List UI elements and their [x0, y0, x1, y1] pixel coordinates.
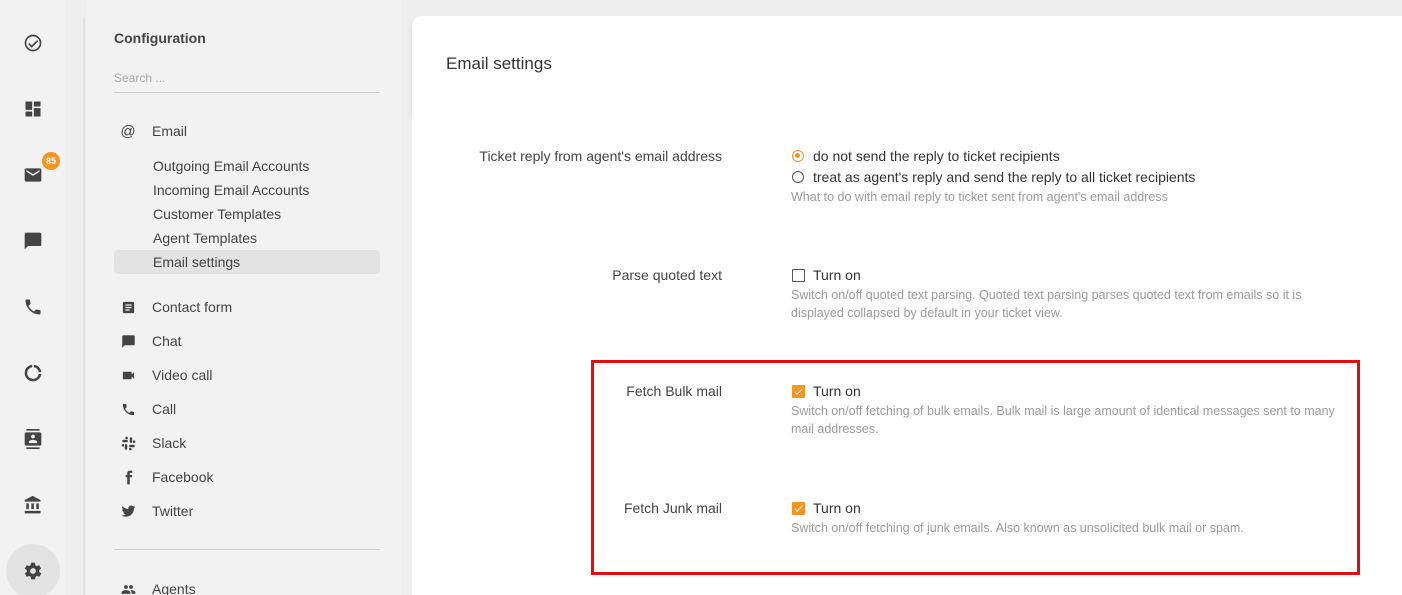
- sidebar-item-label: Slack: [152, 435, 187, 451]
- rail-settings[interactable]: [0, 544, 66, 595]
- radio-unselected-icon: [792, 171, 804, 183]
- sidebar-item-label: Agents: [152, 581, 196, 595]
- configuration-sidebar: Configuration @ Email Outgoing Email Acc…: [86, 0, 402, 595]
- sidebar-item-email[interactable]: @ Email: [120, 122, 188, 140]
- rail-reports[interactable]: [0, 349, 66, 397]
- sidebar-item-label: Contact form: [152, 299, 233, 315]
- phone-icon: [25, 299, 41, 315]
- parse-quoted-label: Parse quoted text: [612, 267, 722, 283]
- rail-dashboard[interactable]: [0, 85, 66, 133]
- checkbox-label: Turn on: [813, 267, 861, 283]
- checkbox-unchecked-icon: [792, 268, 805, 282]
- sidebar-item-label: Twitter: [152, 503, 194, 519]
- form-icon: [122, 301, 134, 313]
- sidebar-title: Configuration: [114, 30, 206, 46]
- fetch-junk-checkbox[interactable]: Turn on: [792, 500, 861, 516]
- sidebar-subitem-customer-templates[interactable]: Customer Templates: [153, 206, 281, 222]
- main-header: Email settings: [412, 16, 1402, 113]
- sidebar-divider: [114, 549, 380, 550]
- sidebar-item-agents[interactable]: Agents: [120, 581, 196, 595]
- slack-icon: [121, 436, 135, 450]
- icon-rail: 85: [0, 0, 66, 595]
- checkbox-checked-icon: [792, 384, 805, 398]
- settings-form: Ticket reply from agent's email address …: [412, 113, 1402, 595]
- video-camera-icon: [122, 371, 134, 379]
- rail-tasks[interactable]: [0, 19, 66, 67]
- dashboard-icon: [25, 101, 41, 117]
- rail-tickets[interactable]: 85: [0, 151, 66, 199]
- sidebar-item-facebook[interactable]: Facebook: [120, 469, 213, 485]
- ticket-reply-label: Ticket reply from agent's email address: [479, 148, 722, 164]
- settings-icon: [24, 562, 42, 580]
- twitter-icon: [121, 505, 135, 517]
- parse-quoted-checkbox[interactable]: Turn on: [792, 267, 861, 283]
- facebook-icon: [125, 470, 132, 484]
- sidebar-subitem-email-settings[interactable]: Email settings: [153, 254, 240, 270]
- mail-icon: [24, 168, 42, 182]
- sidebar-subitem-incoming-email-accounts[interactable]: Incoming Email Accounts: [153, 182, 309, 198]
- rail-calls[interactable]: [0, 283, 66, 331]
- sidebar-item-call[interactable]: Call: [120, 401, 176, 417]
- chat-icon: [121, 334, 135, 348]
- fetch-bulk-checkbox[interactable]: Turn on: [792, 383, 861, 399]
- sidebar-item-label: Video call: [152, 367, 213, 383]
- sidebar-subitem-agent-templates[interactable]: Agent Templates: [153, 230, 257, 246]
- option-label: do not send the reply to ticket recipien…: [813, 148, 1060, 164]
- phone-icon: [122, 403, 134, 415]
- rail-divider: [83, 18, 85, 595]
- ticket-reply-option-no-send[interactable]: do not send the reply to ticket recipien…: [792, 148, 1060, 164]
- chat-icon: [24, 232, 42, 250]
- people-icon: [121, 584, 135, 594]
- companies-icon: [24, 495, 41, 514]
- fetch-bulk-help: Switch on/off fetching of bulk emails. B…: [791, 404, 1335, 436]
- fetch-junk-label: Fetch Junk mail: [623, 500, 722, 516]
- checkbox-label: Turn on: [813, 500, 861, 516]
- rail-chat[interactable]: [0, 217, 66, 265]
- sidebar-item-video-call[interactable]: Video call: [120, 367, 212, 383]
- fetch-bulk-label: Fetch Bulk mail: [626, 383, 722, 399]
- rail-contacts[interactable]: [0, 415, 66, 463]
- ticket-reply-option-send-all[interactable]: treat as agent's reply and send the repl…: [792, 169, 1195, 185]
- sidebar-search-input[interactable]: [114, 63, 380, 93]
- contacts-icon: [24, 429, 42, 449]
- radio-selected-icon: [792, 150, 804, 162]
- option-label: treat as agent's reply and send the repl…: [813, 169, 1196, 185]
- sidebar-item-twitter[interactable]: Twitter: [120, 503, 193, 519]
- reports-icon: [24, 364, 42, 382]
- fetch-junk-help: Switch on/off fetching of junk emails. A…: [791, 521, 1244, 535]
- page-title: Email settings: [446, 54, 552, 73]
- ticket-reply-help: What to do with email reply to ticket se…: [791, 190, 1168, 204]
- sidebar-item-slack[interactable]: Slack: [120, 435, 186, 451]
- sidebar-item-label: Chat: [152, 333, 182, 349]
- sidebar-item-chat[interactable]: Chat: [120, 333, 182, 349]
- sidebar-item-label: Call: [152, 401, 177, 417]
- sidebar-item-label: Email: [152, 123, 188, 139]
- sidebar-item-contact-form[interactable]: Contact form: [120, 299, 232, 315]
- check-circle-icon: [24, 34, 42, 52]
- parse-quoted-help: Switch on/off quoted text parsing. Quote…: [791, 288, 1302, 320]
- unread-badge: 85: [42, 152, 60, 170]
- checkbox-checked-icon: [792, 501, 805, 515]
- at-sign-icon: @: [120, 122, 136, 140]
- sidebar-subitem-outgoing-email-accounts[interactable]: Outgoing Email Accounts: [153, 158, 309, 174]
- checkbox-label: Turn on: [813, 383, 861, 399]
- sidebar-item-label: Facebook: [152, 469, 214, 485]
- rail-companies[interactable]: [0, 481, 66, 529]
